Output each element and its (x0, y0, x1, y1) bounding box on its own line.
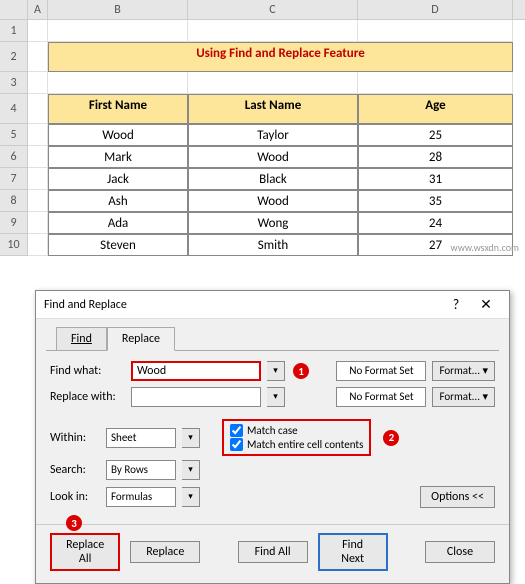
cell[interactable]: Wong (188, 212, 358, 234)
replace-with-input[interactable] (131, 387, 261, 407)
header-firstname[interactable]: First Name (48, 94, 188, 124)
col-header-c[interactable]: C (188, 0, 358, 19)
cell[interactable] (28, 42, 48, 72)
cell[interactable]: 24 (358, 212, 513, 234)
row-header[interactable]: 7 (0, 168, 28, 190)
cell[interactable] (28, 168, 48, 190)
cell[interactable]: 25 (358, 124, 513, 146)
find-all-button[interactable]: Find All (238, 541, 308, 563)
cell[interactable] (188, 20, 358, 42)
row-header[interactable]: 8 (0, 190, 28, 212)
row-header[interactable]: 4 (0, 94, 28, 124)
title-cell[interactable]: Using Find and Replace Feature (48, 42, 513, 72)
within-label: Within: (50, 431, 100, 445)
row-header[interactable]: 3 (0, 72, 28, 94)
replace-with-label: Replace with: (50, 390, 125, 404)
within-select[interactable]: Sheet (106, 428, 176, 448)
match-entire-checkbox[interactable] (230, 438, 243, 451)
select-all-corner[interactable] (0, 0, 28, 19)
cell[interactable]: 31 (358, 168, 513, 190)
replace-all-button[interactable]: Replace All (50, 533, 120, 571)
find-what-label: Find what: (50, 364, 125, 378)
callout-3: 3 (66, 515, 82, 531)
row-header[interactable]: 5 (0, 124, 28, 146)
find-format-button[interactable]: Format... ▾ (432, 361, 495, 381)
tab-replace[interactable]: Replace (107, 327, 175, 351)
search-label: Search: (50, 463, 100, 477)
cell[interactable]: Jack (48, 168, 188, 190)
cell[interactable]: Steven (48, 234, 188, 256)
search-select[interactable]: By Rows (106, 460, 176, 480)
close-button[interactable]: Close (425, 541, 495, 563)
match-entire-label: Match entire cell contents (247, 438, 363, 451)
col-header-d[interactable]: D (358, 0, 513, 19)
cell[interactable]: Taylor (188, 124, 358, 146)
within-dropdown-icon[interactable]: ▾ (182, 428, 200, 448)
find-what-input[interactable] (131, 361, 261, 381)
match-options-group: Match case Match entire cell contents (222, 419, 371, 456)
cell[interactable]: Ash (48, 190, 188, 212)
callout-1: 1 (293, 363, 309, 379)
cell[interactable] (28, 234, 48, 256)
cell[interactable]: Black (188, 168, 358, 190)
cell[interactable] (28, 94, 48, 124)
dialog-title: Find and Replace (44, 298, 441, 312)
cell[interactable]: Mark (48, 146, 188, 168)
find-replace-dialog: Find and Replace ? ✕ Find Replace Find w… (35, 290, 510, 584)
header-age[interactable]: Age (358, 94, 513, 124)
tab-find[interactable]: Find (56, 327, 107, 351)
find-format-label: No Format Set (336, 361, 426, 381)
cell[interactable]: 35 (358, 190, 513, 212)
lookin-select[interactable]: Formulas (106, 487, 176, 507)
cell[interactable] (358, 20, 513, 42)
cell[interactable]: Ada (48, 212, 188, 234)
replace-dropdown-icon[interactable]: ▾ (267, 387, 285, 407)
cell[interactable]: Smith (188, 234, 358, 256)
replace-button[interactable]: Replace (130, 541, 200, 563)
options-button[interactable]: Options << (420, 486, 495, 508)
replace-format-button[interactable]: Format... ▾ (432, 387, 495, 407)
cell[interactable] (28, 190, 48, 212)
cell[interactable]: Wood (188, 146, 358, 168)
cell[interactable] (358, 72, 513, 94)
close-icon[interactable]: ✕ (471, 296, 501, 313)
cell[interactable]: Wood (188, 190, 358, 212)
replace-format-label: No Format Set (336, 387, 426, 407)
find-next-button[interactable]: Find Next (318, 533, 388, 571)
header-lastname[interactable]: Last Name (188, 94, 358, 124)
row-header[interactable]: 2 (0, 42, 28, 72)
search-dropdown-icon[interactable]: ▾ (182, 460, 200, 480)
cell[interactable] (28, 124, 48, 146)
match-case-checkbox[interactable] (230, 424, 243, 437)
row-header[interactable]: 9 (0, 212, 28, 234)
cell[interactable] (28, 212, 48, 234)
cell[interactable] (48, 72, 188, 94)
row-header[interactable]: 6 (0, 146, 28, 168)
find-dropdown-icon[interactable]: ▾ (267, 361, 285, 381)
help-button[interactable]: ? (441, 296, 471, 313)
cell[interactable] (28, 20, 48, 42)
watermark: www.wsxdn.com (451, 241, 520, 254)
cell[interactable] (28, 146, 48, 168)
lookin-dropdown-icon[interactable]: ▾ (182, 487, 200, 507)
row-header[interactable]: 10 (0, 234, 28, 256)
match-case-label: Match case (247, 424, 298, 437)
callout-2: 2 (383, 430, 399, 446)
cell[interactable] (188, 72, 358, 94)
cell[interactable]: 28 (358, 146, 513, 168)
lookin-label: Look in: (50, 490, 100, 504)
column-headers: A B C D (0, 0, 525, 20)
col-header-a[interactable]: A (28, 0, 48, 19)
cell[interactable]: Wood (48, 124, 188, 146)
row-header[interactable]: 1 (0, 20, 28, 42)
cell[interactable] (28, 72, 48, 94)
cell[interactable] (48, 20, 188, 42)
col-header-b[interactable]: B (48, 0, 188, 19)
